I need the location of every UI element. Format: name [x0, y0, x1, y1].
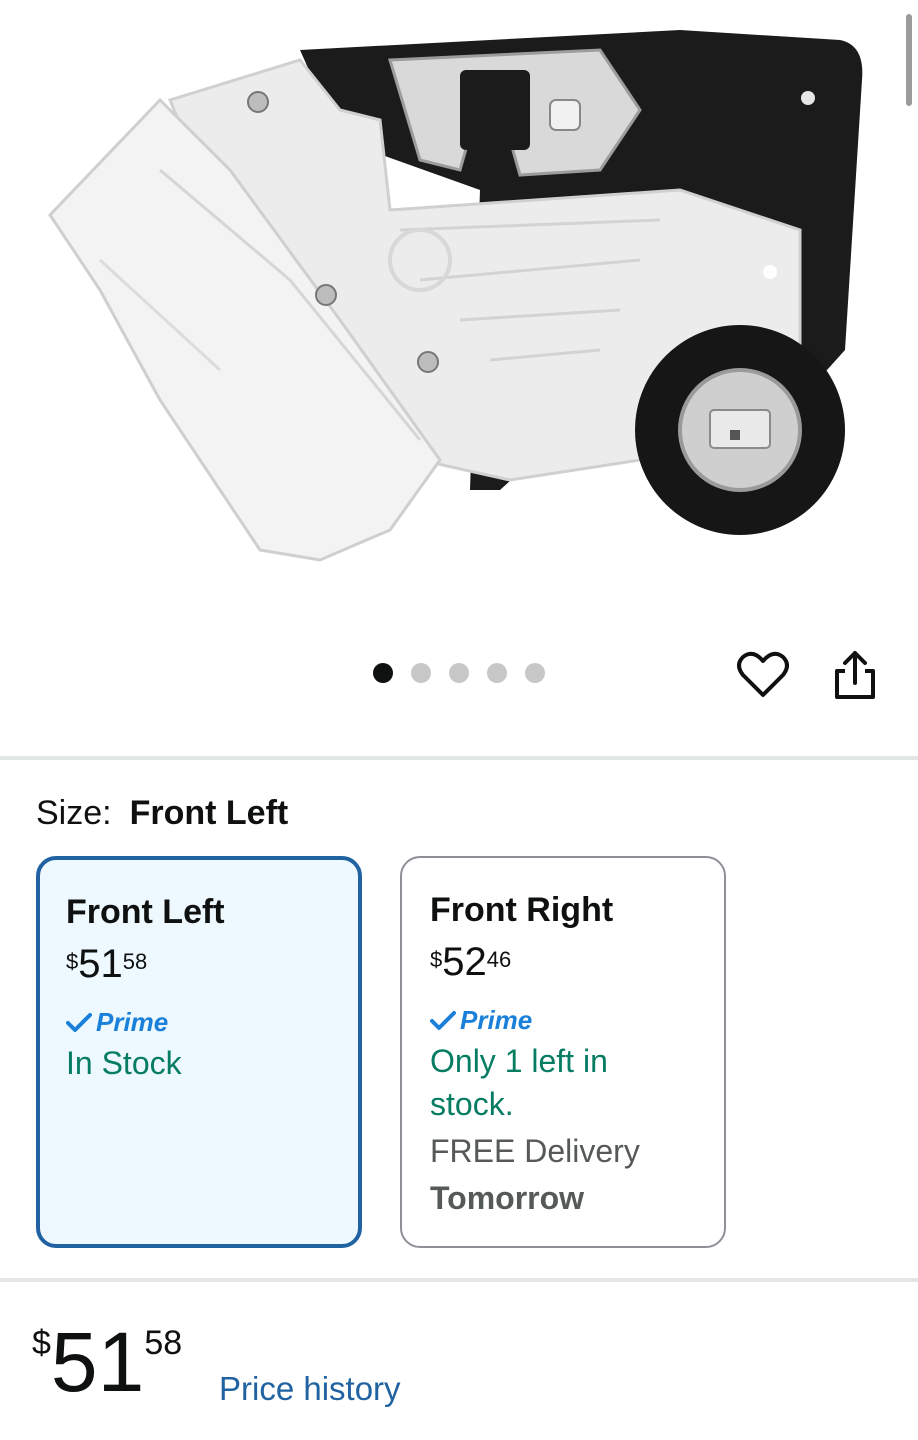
- prime-label: Prime: [460, 1005, 533, 1035]
- price-fraction: 46: [486, 947, 512, 972]
- size-option-front-right[interactable]: Front Right $5246 Prime Only 1 left in s…: [400, 856, 726, 1248]
- main-price: $5158: [32, 1320, 182, 1404]
- prime-label: Prime: [96, 1007, 169, 1037]
- price-whole: 52: [442, 940, 487, 984]
- door-lock-actuator-image: [48, 30, 863, 562]
- price-currency: $: [430, 947, 443, 972]
- carousel-dot[interactable]: [487, 663, 507, 683]
- image-carousel-dots: [373, 663, 545, 683]
- delivery-day: Tomorrow: [430, 1180, 585, 1216]
- carousel-dot[interactable]: [449, 663, 469, 683]
- size-selector-label: Size: Front Left: [36, 794, 288, 833]
- checkmark-icon: [66, 1012, 92, 1032]
- product-image[interactable]: [40, 20, 880, 580]
- delivery-info: FREE Delivery: [430, 1133, 640, 1169]
- price-whole: 51: [50, 1315, 145, 1409]
- price-currency: $: [66, 949, 79, 974]
- price-fraction: 58: [122, 949, 148, 974]
- option-title: Front Left: [66, 893, 225, 931]
- price-whole: 51: [78, 942, 123, 986]
- carousel-dot[interactable]: [373, 663, 393, 683]
- checkmark-icon: [430, 1010, 456, 1030]
- option-title: Front Right: [430, 891, 614, 929]
- stock-status: Only 1 left in stock.: [430, 1043, 608, 1122]
- carousel-dot[interactable]: [525, 663, 545, 683]
- share-icon: [835, 651, 875, 699]
- size-selected-value: Front Left: [129, 794, 289, 832]
- heart-icon: [737, 651, 789, 697]
- price-fraction: 58: [144, 1324, 183, 1362]
- section-divider: [0, 756, 918, 760]
- size-option-front-left[interactable]: Front Left $5158 Prime In Stock: [36, 856, 362, 1248]
- share-button[interactable]: [826, 646, 884, 704]
- prime-badge: Prime: [430, 1005, 696, 1036]
- option-price: $5158: [66, 944, 332, 993]
- wishlist-button[interactable]: [734, 646, 792, 704]
- carousel-dot[interactable]: [411, 663, 431, 683]
- prime-badge: Prime: [66, 1007, 332, 1038]
- size-label: Size:: [36, 794, 112, 832]
- scrollbar[interactable]: [906, 14, 912, 106]
- price-currency: $: [32, 1324, 51, 1362]
- stock-status: In Stock: [66, 1045, 182, 1081]
- option-price: $5246: [430, 942, 696, 991]
- section-divider: [0, 1278, 918, 1282]
- price-history-link[interactable]: Price history: [219, 1370, 401, 1408]
